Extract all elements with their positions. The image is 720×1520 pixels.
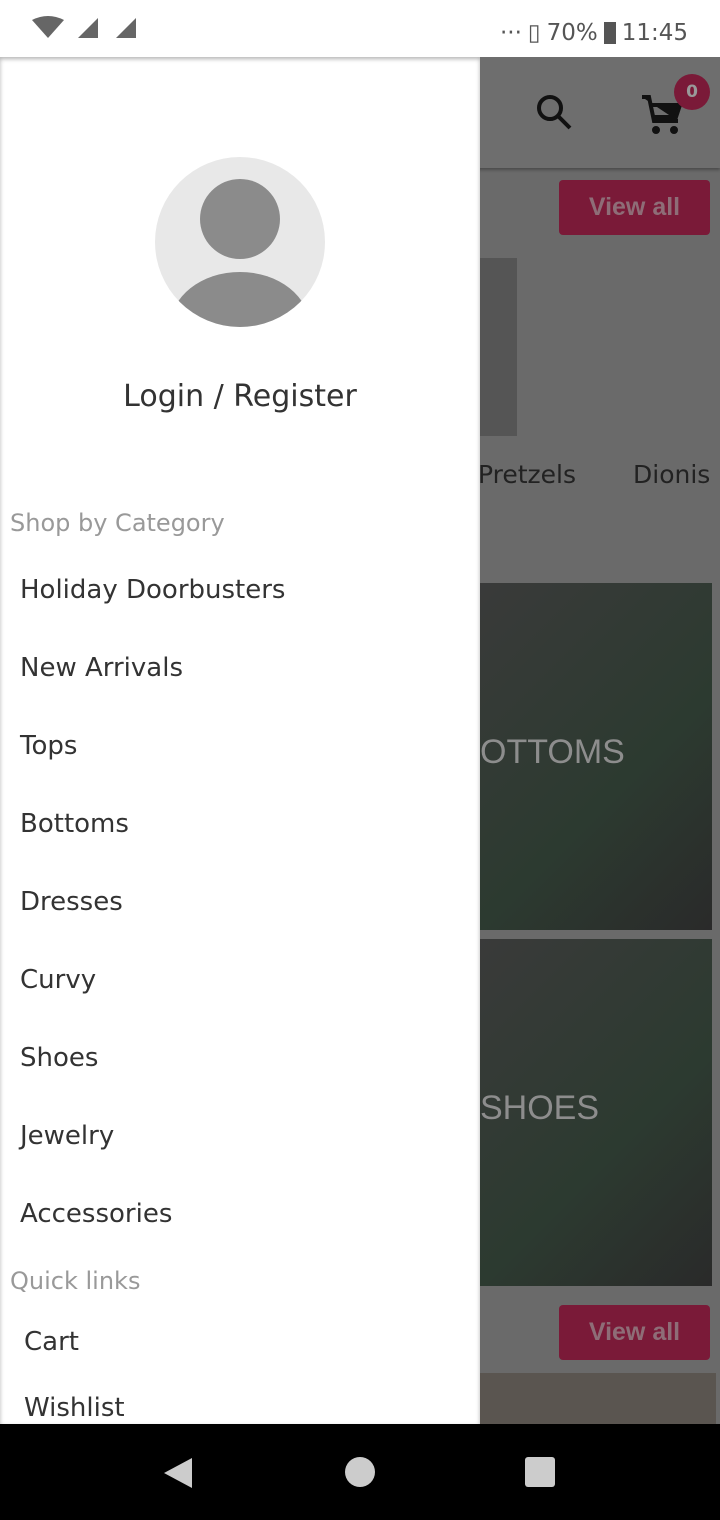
back-icon[interactable]	[162, 1456, 194, 1490]
brand-label[interactable]: Dionis I	[633, 460, 720, 489]
menu-item-bottoms[interactable]: Bottoms	[20, 809, 129, 839]
signal-icons	[28, 16, 144, 40]
view-all-button[interactable]: View all	[559, 180, 710, 235]
quick-links-heading: Quick links	[10, 1267, 141, 1295]
banner-label: OTTOMS	[480, 733, 625, 771]
more-notifications-icon: ···	[499, 20, 522, 46]
brand-image[interactable]	[480, 258, 517, 436]
category-banner-shoes[interactable]: SHOES	[470, 939, 712, 1286]
menu-item-jewelry[interactable]: Jewelry	[20, 1121, 114, 1151]
cart-count-badge: 0	[674, 74, 710, 110]
battery-percent: 70%	[546, 20, 598, 46]
signal-icon	[116, 18, 136, 38]
brand-label[interactable]: Pretzels	[478, 460, 576, 489]
menu-item-accessories[interactable]: Accessories	[20, 1199, 172, 1229]
avatar[interactable]	[155, 157, 325, 327]
quick-link-cart[interactable]: Cart	[24, 1327, 79, 1357]
menu-item-new-arrivals[interactable]: New Arrivals	[20, 653, 183, 683]
battery-icon	[603, 22, 616, 44]
clock: 11:45	[621, 20, 688, 46]
view-all-button[interactable]: View all	[559, 1305, 710, 1360]
quick-link-wishlist[interactable]: Wishlist	[24, 1393, 125, 1423]
wifi-icon	[32, 16, 64, 38]
status-bar: ··· ▯ 70% 11:45	[0, 0, 720, 57]
menu-item-shoes[interactable]: Shoes	[20, 1043, 98, 1073]
menu-item-curvy[interactable]: Curvy	[20, 965, 96, 995]
login-register-link[interactable]: Login / Register	[0, 379, 480, 414]
home-icon[interactable]	[345, 1457, 375, 1487]
system-nav-bar	[0, 1424, 720, 1520]
product-image[interactable]	[480, 1373, 716, 1424]
menu-item-holiday-doorbusters[interactable]: Holiday Doorbusters	[20, 575, 285, 605]
menu-item-dresses[interactable]: Dresses	[20, 887, 123, 917]
shop-by-category-heading: Shop by Category	[10, 509, 225, 537]
category-banner-bottoms[interactable]: OTTOMS	[470, 583, 712, 930]
navigation-drawer: Login / Register Shop by Category Holida…	[0, 57, 480, 1424]
banner-label: SHOES	[480, 1089, 600, 1127]
search-icon[interactable]	[535, 93, 575, 133]
signal-icon	[78, 18, 98, 38]
menu-item-tops[interactable]: Tops	[20, 731, 77, 761]
vibrate-icon: ▯	[527, 20, 541, 46]
recents-icon[interactable]	[525, 1457, 555, 1487]
